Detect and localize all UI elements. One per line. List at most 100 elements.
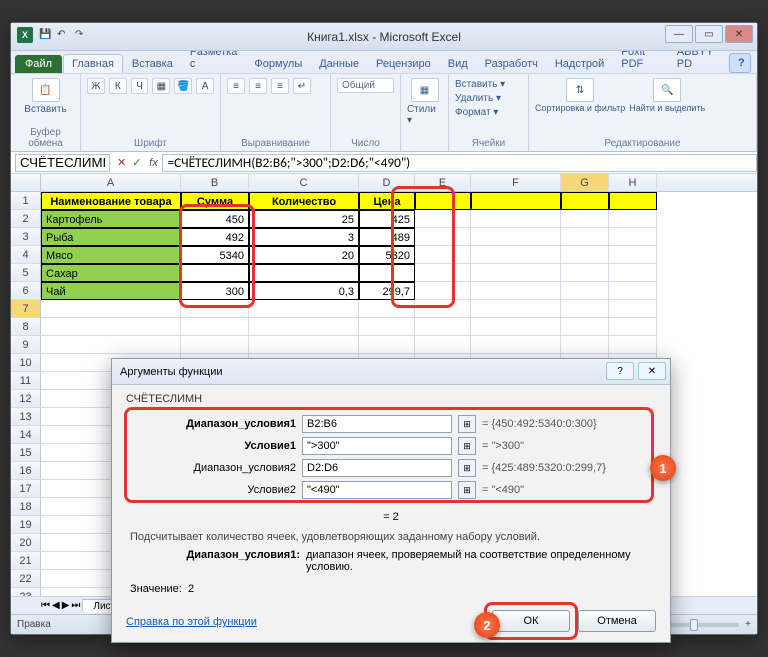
col-header-h[interactable]: H [609, 174, 657, 191]
bold-button[interactable]: Ж [87, 78, 105, 94]
row-header[interactable]: 22 [11, 570, 41, 588]
paste-button[interactable]: 📋 Вставить [17, 78, 74, 115]
tab-insert[interactable]: Вставка [124, 55, 181, 73]
minimize-button[interactable]: — [665, 25, 693, 43]
styles-button[interactable]: ▦Стили ▾ [407, 78, 442, 126]
cell[interactable] [609, 318, 657, 336]
cell[interactable]: Наименование товара [41, 192, 181, 210]
cell[interactable] [415, 228, 471, 246]
row-header[interactable]: 3 [11, 228, 41, 246]
save-icon[interactable]: 💾 [39, 29, 51, 41]
dialog-help-link[interactable]: Справка по этой функции [126, 616, 257, 628]
cell[interactable] [471, 264, 561, 282]
tab-addins[interactable]: Надстрой [547, 55, 612, 73]
cell[interactable] [609, 228, 657, 246]
cell[interactable] [415, 336, 471, 354]
row-header[interactable]: 10 [11, 354, 41, 372]
cell[interactable] [249, 318, 359, 336]
row-header[interactable]: 4 [11, 246, 41, 264]
cell[interactable]: 450 [181, 210, 249, 228]
font-color-button[interactable]: A [196, 78, 214, 94]
cell[interactable]: Чай [41, 282, 181, 300]
cancel-button[interactable]: Отмена [578, 610, 656, 632]
tab-formulas[interactable]: Формулы [246, 55, 310, 73]
cell[interactable] [415, 192, 471, 210]
cell[interactable] [609, 264, 657, 282]
cell[interactable] [249, 336, 359, 354]
italic-button[interactable]: К [109, 78, 127, 94]
cell[interactable] [471, 336, 561, 354]
col-header-g[interactable]: G [561, 174, 609, 191]
cell[interactable] [471, 318, 561, 336]
row-header[interactable]: 8 [11, 318, 41, 336]
select-all-corner[interactable] [11, 174, 41, 191]
cell[interactable] [471, 228, 561, 246]
cell[interactable] [561, 264, 609, 282]
fill-color-button[interactable]: 🪣 [174, 78, 192, 94]
cell[interactable] [359, 318, 415, 336]
dialog-help-button[interactable]: ? [606, 362, 634, 380]
cell[interactable] [609, 246, 657, 264]
row-header[interactable]: 13 [11, 408, 41, 426]
cell[interactable] [41, 300, 181, 318]
arg-input[interactable] [302, 459, 452, 477]
col-header-f[interactable]: F [471, 174, 561, 191]
cell[interactable] [415, 318, 471, 336]
cell[interactable] [609, 282, 657, 300]
tab-home[interactable]: Главная [63, 54, 123, 73]
cell[interactable]: 300 [181, 282, 249, 300]
cell[interactable] [359, 300, 415, 318]
maximize-button[interactable]: ▭ [695, 25, 723, 43]
help-button[interactable]: ? [729, 53, 751, 73]
fx-icon[interactable]: fx [144, 157, 162, 169]
col-header-d[interactable]: D [359, 174, 415, 191]
cell[interactable]: 20 [249, 246, 359, 264]
row-header[interactable]: 18 [11, 498, 41, 516]
col-header-a[interactable]: A [41, 174, 181, 191]
cell[interactable]: Цена [359, 192, 415, 210]
cell[interactable]: 425 [359, 210, 415, 228]
sort-filter-button[interactable]: ⇅Сортировка и фильтр [535, 78, 625, 113]
insert-cells-button[interactable]: Вставить ▾ [455, 78, 522, 92]
ok-button[interactable]: ОК [492, 610, 570, 632]
cancel-formula-icon[interactable]: ✕ [117, 156, 126, 169]
cell[interactable]: 299,7 [359, 282, 415, 300]
row-header[interactable]: 19 [11, 516, 41, 534]
cell[interactable] [561, 210, 609, 228]
row-header[interactable]: 2 [11, 210, 41, 228]
cell[interactable]: Рыба [41, 228, 181, 246]
cell[interactable]: Сумма [181, 192, 249, 210]
cell[interactable] [181, 318, 249, 336]
border-button[interactable]: ▦ [152, 78, 170, 94]
formula-input[interactable] [162, 154, 757, 172]
range-select-icon[interactable]: ⊞ [458, 459, 476, 477]
cell[interactable]: Сахар [41, 264, 181, 282]
cell[interactable] [181, 264, 249, 282]
dialog-close-button[interactable]: ✕ [638, 362, 666, 380]
cell[interactable] [41, 336, 181, 354]
cell[interactable]: 25 [249, 210, 359, 228]
cell[interactable] [41, 318, 181, 336]
cell[interactable] [471, 192, 561, 210]
zoom-in-button[interactable]: + [745, 619, 751, 630]
cell[interactable] [415, 210, 471, 228]
cell[interactable] [415, 246, 471, 264]
cell[interactable] [561, 246, 609, 264]
row-header[interactable]: 9 [11, 336, 41, 354]
redo-icon[interactable]: ↷ [75, 29, 87, 41]
cell[interactable]: 3 [249, 228, 359, 246]
cell[interactable] [249, 264, 359, 282]
row-header[interactable]: 15 [11, 444, 41, 462]
tab-nav-last[interactable]: ⏭ [71, 600, 80, 611]
row-header[interactable]: 20 [11, 534, 41, 552]
cell[interactable] [471, 210, 561, 228]
cell[interactable] [609, 192, 657, 210]
cell[interactable] [415, 300, 471, 318]
range-select-icon[interactable]: ⊞ [458, 437, 476, 455]
cell[interactable]: Количество [249, 192, 359, 210]
cell[interactable]: 492 [181, 228, 249, 246]
cell[interactable] [609, 336, 657, 354]
tab-data[interactable]: Данные [311, 55, 367, 73]
row-header[interactable]: 11 [11, 372, 41, 390]
row-header[interactable]: 6 [11, 282, 41, 300]
